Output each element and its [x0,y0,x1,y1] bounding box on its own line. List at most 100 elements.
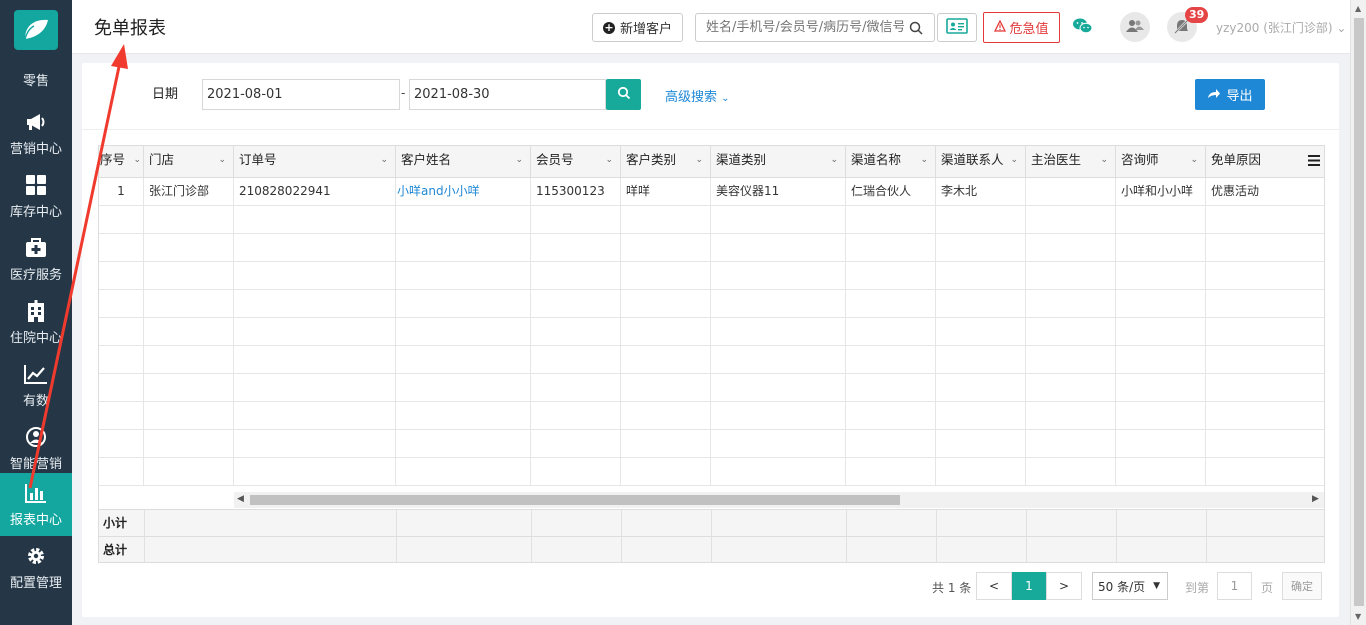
scroll-left-arrow-icon[interactable]: ◀ [237,494,244,504]
empty-cell [1206,290,1324,318]
export-button[interactable]: 导出 [1195,79,1265,110]
empty-cell [936,206,1026,234]
cell-customer-name-link[interactable]: 小咩and小小咩 [396,178,531,206]
sidebar-item-inventory[interactable]: 库存中心 [0,165,72,228]
column-label: 渠道类别 [716,152,767,167]
empty-cell [846,458,936,486]
column-header[interactable]: 渠道联系人 ⌄ [936,146,1026,177]
column-header[interactable]: 订单号 ⌄ [234,146,396,177]
empty-cell [1116,430,1206,458]
column-label: 渠道名称 [851,152,902,167]
alert-icon [994,19,1007,36]
end-date-input[interactable]: 2021-08-30 [409,79,606,110]
cell-member-no: 115300123 [531,178,621,206]
chevron-down-icon: ⌄ [1336,21,1347,35]
empty-cell [1206,206,1324,234]
add-customer-button[interactable]: + 新增客户 [592,13,683,42]
page-button-current[interactable]: 1 [1012,572,1046,600]
column-header[interactable]: 主治医生 ⌄ [1026,146,1116,177]
empty-cell [1116,262,1206,290]
empty-cell [234,206,396,234]
empty-cell [621,458,711,486]
empty-cell [846,346,936,374]
cell-customer-type: 咩咩 [621,178,711,206]
advanced-search-link[interactable]: 高级搜索 ⌄ [665,86,730,105]
sidebar-item-medical[interactable]: 医疗服务 [0,228,72,291]
group-users-icon [1126,19,1144,36]
window-scrollbar[interactable]: ▲ ▼ [1350,0,1366,625]
chevron-down-icon: ⌄ [605,155,613,165]
empty-cell [99,290,144,318]
wechat-icon[interactable] [1072,16,1094,39]
group-users-button[interactable] [1120,12,1150,42]
next-page-button[interactable]: > [1046,572,1082,600]
sidebar-item-label: 住院中心 [9,331,62,346]
table-horizontal-scrollbar[interactable]: ◀ ▶ [234,492,1324,508]
prev-page-button[interactable]: < [976,572,1012,600]
column-header[interactable]: 客户类别 ⌄ [621,146,711,177]
line-chart-icon [24,362,48,386]
empty-cell [711,206,846,234]
empty-cell [1116,402,1206,430]
sidebar-item-analytics[interactable]: 有数 [0,354,72,417]
customer-search-input[interactable] [696,14,904,41]
sidebar-item-marketing[interactable]: 营销中心 [0,102,72,165]
chevron-down-icon: ▼ [1153,581,1161,591]
search-icon[interactable] [904,21,928,35]
sidebar-item-reports[interactable]: 报表中心 [0,473,72,536]
empty-cell [396,290,531,318]
column-header[interactable]: 渠道类别 ⌄ [711,146,846,177]
sidebar-item-smart-marketing[interactable]: 智能营销 [0,417,72,480]
customer-search [695,13,935,42]
empty-cell [144,234,234,262]
scrollbar-thumb[interactable] [1354,18,1364,606]
page-size-select[interactable]: 50 条/页 ▼ [1092,572,1168,600]
table-row[interactable]: 1 张江门诊部 210828022941 小咩and小小咩 115300123 … [99,178,1324,206]
column-header[interactable]: 会员号 ⌄ [531,146,621,177]
id-card-icon [946,18,968,37]
subtotal-label: 小计 [103,516,128,530]
scroll-down-arrow-icon[interactable]: ▼ [1355,612,1361,621]
column-header[interactable]: 客户姓名 ⌄ [396,146,531,177]
column-header[interactable]: 渠道名称 ⌄ [846,146,936,177]
user-menu[interactable]: yzy200 (张江门诊部) ⌄ [1216,19,1346,36]
smart-marketing-icon [25,425,47,449]
empty-cell [621,374,711,402]
date-label: 日期 [152,87,179,102]
scroll-right-arrow-icon[interactable]: ▶ [1312,494,1319,504]
column-label: 会员号 [536,152,574,167]
empty-cell [1206,234,1324,262]
empty-cell [846,374,936,402]
column-header[interactable]: 门店 ⌄ [144,146,234,177]
sidebar-item-inpatient[interactable]: 住院中心 [0,291,72,354]
start-date-input[interactable]: 2021-08-01 [202,79,400,110]
scroll-up-arrow-icon[interactable]: ▲ [1355,4,1361,13]
empty-cell [396,206,531,234]
scrollbar-thumb[interactable] [250,495,900,505]
empty-cell [99,234,144,262]
empty-cell [144,206,234,234]
goto-label: 到第 [1185,581,1210,595]
goto-confirm-button[interactable]: 确定 [1282,572,1322,600]
critical-value-button[interactable]: 危急值 [983,12,1060,43]
column-header[interactable]: 咨询师 ⌄ [1116,146,1206,177]
sidebar-item-settings[interactable]: 配置管理 [0,536,72,599]
empty-cell [1116,458,1206,486]
empty-cell [234,262,396,290]
empty-cell [396,234,531,262]
goto-page-input[interactable]: 1 [1217,572,1252,600]
column-menu-button[interactable] [1302,146,1324,177]
app-logo[interactable] [14,10,58,50]
empty-cell [1116,290,1206,318]
search-button[interactable] [606,79,641,110]
cell-index: 1 [99,178,144,206]
chevron-down-icon: ⌄ [515,155,523,165]
column-header[interactable]: 序号 ⌄ [99,146,144,177]
empty-cell [234,402,396,430]
sidebar-item-label: 医疗服务 [9,268,62,283]
column-header[interactable]: 免单原因 [1206,146,1302,177]
empty-cell [1206,458,1324,486]
id-card-button[interactable] [937,13,977,42]
double-chevron-down-icon: ⌄ [721,93,730,104]
empty-cell [621,430,711,458]
